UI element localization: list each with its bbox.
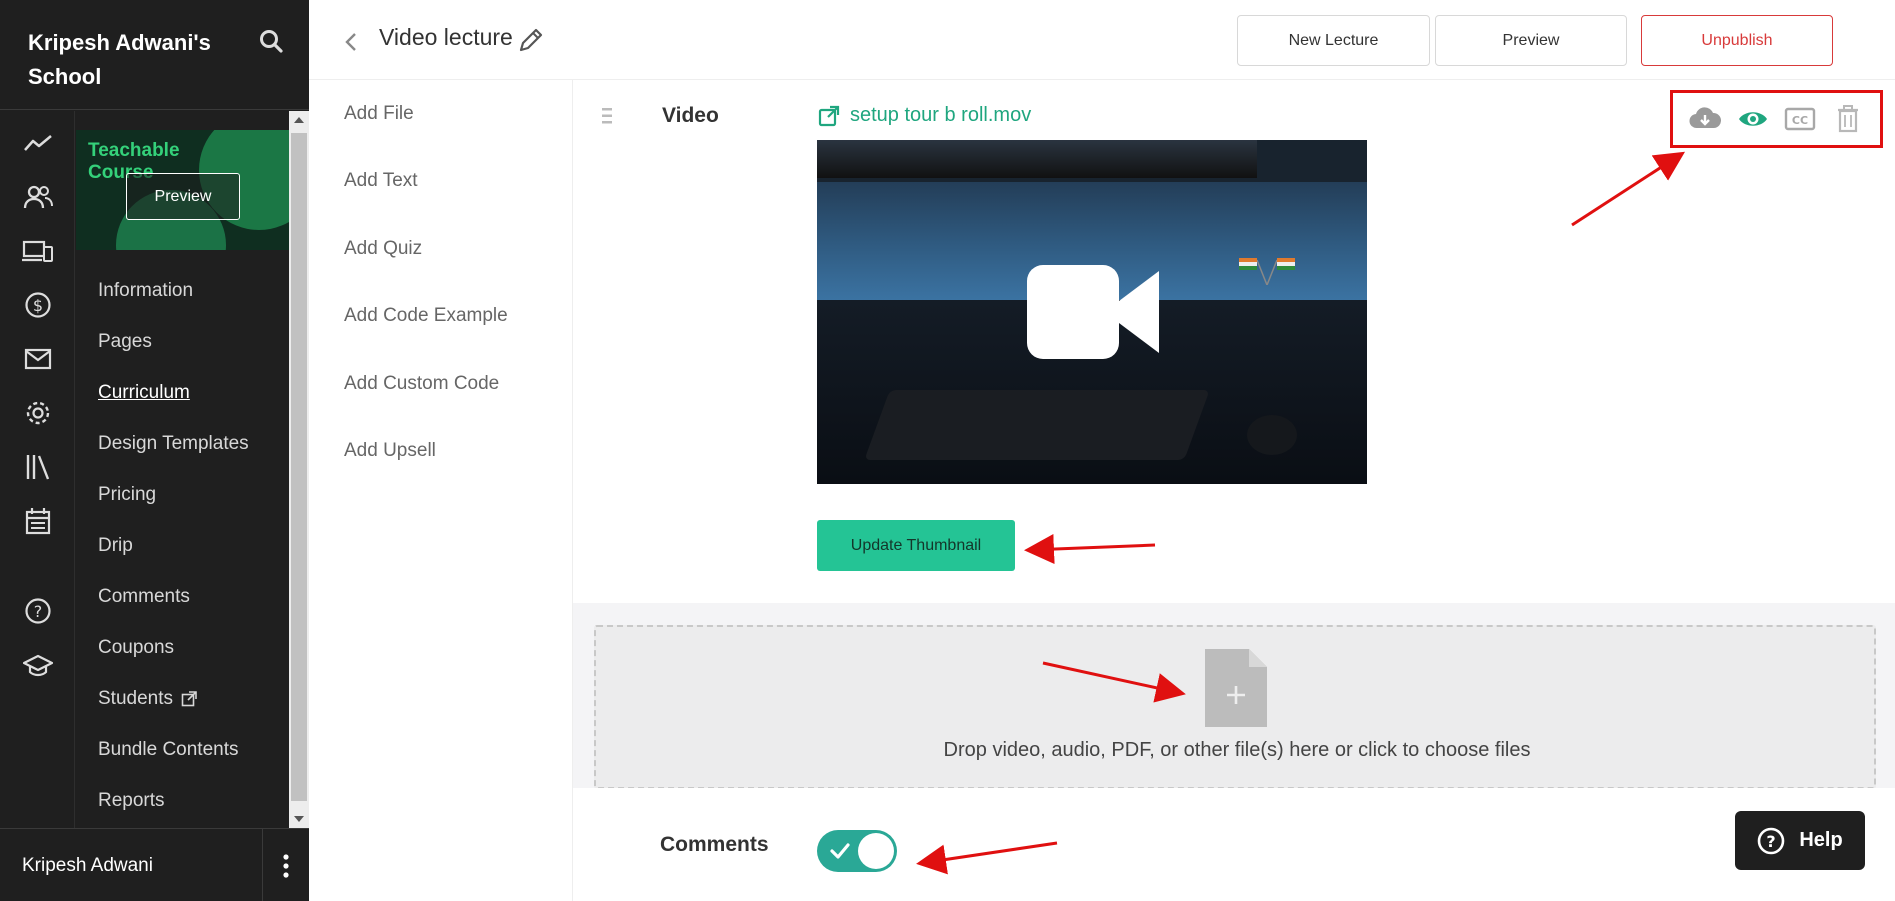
thumbnail-scene — [1239, 258, 1295, 285]
pencil-icon[interactable] — [517, 26, 545, 54]
add-content-panel: Add File Add Text Add Quiz Add Code Exam… — [309, 80, 573, 901]
thumbnail-scene — [1247, 415, 1297, 455]
unpublish-button[interactable]: Unpublish — [1641, 15, 1833, 66]
chevron-left-icon[interactable] — [341, 30, 361, 54]
settings-icon[interactable] — [22, 397, 54, 429]
sidebar-item-information[interactable]: Information — [76, 265, 289, 316]
sidebar-item-label: Reports — [98, 789, 165, 811]
video-label: Video — [662, 104, 719, 127]
sidebar-item-label: Bundle Contents — [98, 738, 239, 760]
add-text-link[interactable]: Add Text — [309, 148, 572, 216]
user-name[interactable]: Kripesh Adwani — [22, 855, 153, 877]
update-thumbnail-button[interactable]: Update Thumbnail — [817, 520, 1015, 571]
sidebar-item-bundle-contents[interactable]: Bundle Contents — [76, 724, 289, 775]
school-name[interactable]: Kripesh Adwani's School — [28, 26, 248, 94]
help-button[interactable]: ? Help — [1735, 811, 1865, 870]
external-link-icon — [181, 690, 197, 706]
sidebar-item-drip[interactable]: Drip — [76, 520, 289, 571]
sidebar-item-label: Curriculum — [98, 381, 190, 403]
video-actions: CC — [1670, 90, 1883, 148]
scroll-up-arrow[interactable] — [294, 117, 304, 123]
preview-button[interactable]: Preview — [1435, 15, 1627, 66]
users-icon[interactable] — [22, 181, 54, 213]
sidebar-item-label: Coupons — [98, 636, 175, 658]
scroll-down-arrow[interactable] — [294, 816, 304, 822]
add-code-example-link[interactable]: Add Code Example — [309, 283, 572, 351]
check-icon — [830, 843, 850, 859]
sidebar-item-label: Students — [98, 687, 173, 709]
icon-rail: $ ? — [0, 111, 75, 828]
external-link-icon — [818, 105, 840, 126]
drag-handle-icon[interactable] — [602, 107, 612, 125]
svg-text:CC: CC — [1792, 114, 1808, 127]
page-title: Video lecture — [379, 24, 513, 50]
dollar-icon[interactable]: $ — [22, 289, 54, 321]
analytics-icon[interactable] — [22, 127, 54, 159]
add-file-link[interactable]: Add File — [309, 80, 572, 148]
svg-text:$: $ — [33, 296, 43, 315]
toggle-knob — [858, 833, 894, 869]
lecture-editor: Video setup tour b roll.mov CC Update Th… — [573, 80, 1895, 901]
calendar-icon[interactable] — [22, 505, 54, 537]
comments-toggle[interactable] — [817, 830, 897, 872]
library-icon[interactable] — [22, 451, 54, 483]
eye-icon[interactable] — [1737, 103, 1769, 135]
sidebar-item-reports[interactable]: Reports — [76, 775, 289, 826]
video-thumbnail[interactable] — [817, 140, 1367, 484]
course-thumbnail: Teachable Course Preview — [76, 130, 289, 250]
scroll-thumb[interactable] — [291, 133, 307, 801]
sidebar-item-label: Comments — [98, 585, 190, 607]
course-preview-button[interactable]: Preview — [126, 173, 240, 220]
closed-captions-icon[interactable]: CC — [1784, 103, 1816, 135]
thumbnail-scene — [817, 140, 1257, 178]
help-circle-icon[interactable]: ? — [22, 595, 54, 627]
thumbnail-scene — [864, 390, 1210, 460]
comments-row: Comments — [573, 788, 1895, 901]
sidebar-item-students[interactable]: Students — [76, 673, 289, 724]
sidebar-item-label: Pages — [98, 330, 152, 352]
graduation-cap-icon[interactable] — [22, 649, 54, 681]
new-lecture-button[interactable]: New Lecture — [1237, 15, 1430, 66]
add-quiz-link[interactable]: Add Quiz — [309, 215, 572, 283]
sidebar: Kripesh Adwani's School $ ? Teachable Co… — [0, 0, 309, 901]
add-custom-code-link[interactable]: Add Custom Code — [309, 350, 572, 418]
sidebar-item-label: Information — [98, 279, 194, 301]
sidebar-menu: Information Pages Curriculum Design Temp… — [76, 265, 289, 826]
search-icon[interactable] — [258, 28, 284, 54]
kebab-menu-icon[interactable] — [262, 829, 309, 901]
user-bar: Kripesh Adwani — [0, 828, 309, 901]
help-label: Help — [1799, 829, 1843, 851]
sidebar-item-coupons[interactable]: Coupons — [76, 622, 289, 673]
file-add-icon — [1205, 649, 1267, 727]
sidebar-item-comments[interactable]: Comments — [76, 571, 289, 622]
sidebar-scrollbar[interactable] — [289, 111, 309, 828]
video-file-name: setup tour b roll.mov — [850, 104, 1032, 126]
sidebar-item-pages[interactable]: Pages — [76, 316, 289, 367]
drop-zone-text: Drop video, audio, PDF, or other file(s)… — [943, 739, 1531, 761]
sidebar-item-label: Pricing — [98, 483, 157, 505]
file-drop-zone[interactable]: Drop video, audio, PDF, or other file(s)… — [594, 625, 1876, 789]
svg-text:?: ? — [34, 602, 43, 621]
svg-text:?: ? — [1767, 832, 1776, 851]
mail-icon[interactable] — [22, 343, 54, 375]
devices-icon[interactable] — [22, 235, 54, 267]
comments-label: Comments — [660, 833, 769, 856]
sidebar-item-pricing[interactable]: Pricing — [76, 469, 289, 520]
video-camera-icon — [1027, 265, 1159, 359]
top-bar: Video lecture New Lecture Preview Unpubl… — [309, 0, 1895, 80]
trash-icon[interactable] — [1832, 103, 1864, 135]
sidebar-item-label: Design Templates — [98, 432, 249, 454]
add-upsell-link[interactable]: Add Upsell — [309, 418, 572, 486]
video-file-link[interactable]: setup tour b roll.mov — [818, 104, 1031, 127]
sidebar-item-label: Drip — [98, 534, 133, 556]
help-circle-icon: ? — [1758, 827, 1785, 854]
video-section: Video setup tour b roll.mov CC Update Th… — [573, 80, 1895, 603]
sidebar-item-curriculum[interactable]: Curriculum — [76, 367, 289, 418]
school-header: Kripesh Adwani's School — [0, 0, 309, 110]
sidebar-item-design-templates[interactable]: Design Templates — [76, 418, 289, 469]
drop-area-wrapper: Drop video, audio, PDF, or other file(s)… — [573, 603, 1895, 789]
download-icon[interactable] — [1689, 103, 1721, 135]
